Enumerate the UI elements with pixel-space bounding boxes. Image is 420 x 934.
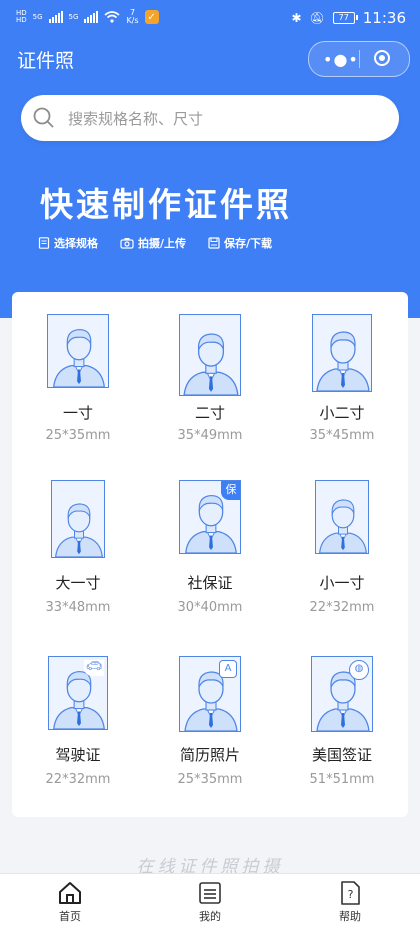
signal-icon-2: [84, 11, 99, 23]
car-icon: 🚗︎: [84, 659, 104, 676]
app-bar: 证件照 •●•: [0, 36, 420, 82]
bluetooth-icon: ✱: [291, 11, 302, 25]
network-type-2: 5G: [68, 12, 79, 21]
signal-icon: [48, 11, 63, 23]
spec-card: 一寸 25*35mm 二寸 35*49mm 小二寸 35*45mm 大一寸 33*48mm 保社…: [12, 292, 408, 817]
camera-icon: [120, 238, 134, 249]
capsule-divider: [359, 50, 360, 68]
page-title: 证件照: [17, 50, 75, 72]
mute-icon: 🔕︎: [309, 11, 325, 25]
spec-name: 美国签证: [311, 746, 372, 764]
svg-text:?: ?: [348, 888, 354, 901]
spec-name: 简历照片: [179, 746, 240, 764]
home-icon: [59, 882, 81, 904]
search-input[interactable]: [66, 105, 390, 133]
search-icon: [33, 107, 54, 128]
network-type-1: 5G: [32, 12, 43, 21]
help-icon: ?: [341, 881, 360, 905]
save-icon: [208, 237, 220, 249]
battery-icon: 77: [332, 12, 358, 24]
spec-item[interactable]: A 简历照片 25*35mm: [144, 292, 276, 817]
close-target-icon[interactable]: [374, 50, 390, 66]
hd-indicator: HD HD: [16, 9, 27, 24]
step-capture: 拍摄/上传: [120, 235, 186, 251]
more-icon[interactable]: •●•: [323, 50, 359, 69]
spec-name: 驾驶证: [55, 746, 101, 764]
step-save: 保存/下载: [208, 235, 272, 251]
wifi-icon: [104, 11, 120, 23]
list-icon: [199, 882, 221, 904]
globe-icon: ◍: [349, 660, 369, 680]
spec-item[interactable]: 🚗︎ 驾驶证 22*32mm: [12, 292, 144, 817]
spec-size: 22*32mm: [45, 772, 111, 787]
hero-headline: 快速制作证件照: [40, 185, 292, 224]
miniprogram-capsule: •●•: [308, 41, 410, 77]
spec-item[interactable]: ◍ 美国签证 51*51mm: [276, 292, 408, 817]
search-bar[interactable]: [21, 95, 399, 141]
portrait-illustration: ◍: [311, 656, 373, 732]
clock: 11:36: [362, 9, 406, 27]
resume-badge-icon: A: [219, 660, 237, 678]
portrait-illustration: 🚗︎: [48, 656, 108, 730]
notification-check-icon: ✓: [144, 10, 159, 24]
network-speed: 7 K/s: [126, 8, 139, 25]
status-bar: HD HD 5G 5G 7 K/s ✓ ✱ 🔕︎ 77 11:36: [0, 0, 420, 36]
tab-help[interactable]: ? 帮助: [280, 880, 420, 924]
spec-grid: 一寸 25*35mm 二寸 35*49mm 小二寸 35*45mm 大一寸 33*48mm 保社…: [12, 292, 408, 817]
document-icon: [38, 237, 50, 249]
spec-size: 51*51mm: [309, 772, 375, 787]
tab-mine[interactable]: 我的: [140, 880, 280, 924]
tab-home[interactable]: 首页: [0, 880, 140, 924]
tab-bar: 首页 我的 ? 帮助: [0, 873, 420, 934]
step-select: 选择规格: [38, 235, 98, 251]
spec-size: 25*35mm: [177, 772, 243, 787]
steps-row: 选择规格 拍摄/上传 保存/下载: [38, 235, 272, 251]
portrait-illustration: A: [179, 656, 241, 732]
